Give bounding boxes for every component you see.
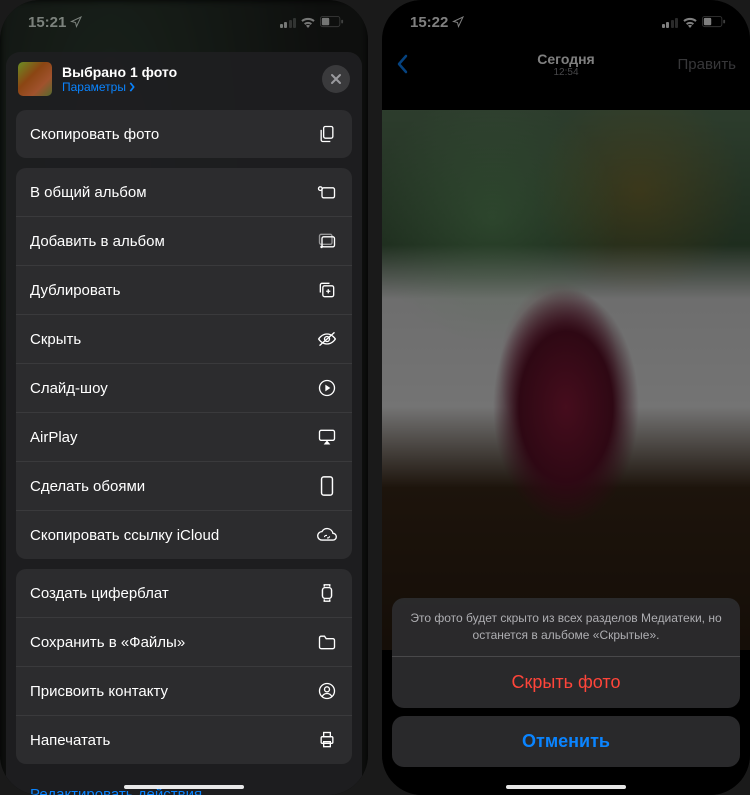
airplay-icon [316, 426, 338, 448]
action-group: В общий альбом Добавить в альбом Дублиро… [16, 168, 352, 559]
action-group: Создать циферблат Сохранить в «Файлы» Пр… [16, 569, 352, 764]
action-save-to-files[interactable]: Сохранить в «Файлы» [16, 617, 352, 666]
action-label: В общий альбом [30, 184, 147, 201]
action-add-to-album[interactable]: Добавить в альбом [16, 216, 352, 265]
action-label: Добавить в альбом [30, 233, 165, 250]
phone-icon [316, 475, 338, 497]
chevron-right-icon [128, 82, 136, 92]
action-wallpaper[interactable]: Сделать обоями [16, 461, 352, 510]
close-button[interactable] [322, 65, 350, 93]
duplicate-icon [316, 279, 338, 301]
action-label: Создать циферблат [30, 585, 169, 602]
phone-right-hide-confirm: 15:22 Сегодня 12:54 Править Это фото буд… [382, 0, 750, 795]
action-label: Сделать обоями [30, 478, 145, 495]
action-label: Скопировать ссылку iCloud [30, 527, 219, 544]
home-indicator[interactable] [124, 785, 244, 789]
play-icon [316, 377, 338, 399]
cloud-link-icon [316, 524, 338, 546]
action-label: AirPlay [30, 429, 78, 446]
action-label: Слайд-шоу [30, 380, 108, 397]
share-sheet-title: Выбрано 1 фото [62, 64, 312, 80]
print-icon [316, 729, 338, 751]
action-print[interactable]: Напечатать [16, 715, 352, 764]
share-sheet-header: Выбрано 1 фото Параметры [6, 52, 362, 110]
shared-album-icon [316, 181, 338, 203]
copy-icon [316, 123, 338, 145]
contact-icon [316, 680, 338, 702]
cancel-card: Отменить [392, 716, 740, 767]
action-copy-icloud-link[interactable]: Скопировать ссылку iCloud [16, 510, 352, 559]
action-duplicate[interactable]: Дублировать [16, 265, 352, 314]
hide-icon [316, 328, 338, 350]
close-icon [330, 73, 342, 85]
action-assign-contact[interactable]: Присвоить контакту [16, 666, 352, 715]
folder-icon [316, 631, 338, 653]
cancel-button[interactable]: Отменить [392, 716, 740, 767]
action-label: Дублировать [30, 282, 120, 299]
phone-left-share-sheet: 15:21 Выбрано 1 фото Параметры [0, 0, 368, 795]
action-hide[interactable]: Скрыть [16, 314, 352, 363]
action-label: Сохранить в «Файлы» [30, 634, 185, 651]
confirm-card: Это фото будет скрыто из всех разделов М… [392, 598, 740, 708]
confirm-action-sheet: Это фото будет скрыто из всех разделов М… [392, 598, 740, 767]
action-copy-photo[interactable]: Скопировать фото [16, 110, 352, 158]
photo-thumbnail[interactable] [18, 62, 52, 96]
action-label: Скопировать фото [30, 126, 159, 143]
action-shared-album[interactable]: В общий альбом [16, 168, 352, 216]
watch-icon [316, 582, 338, 604]
action-slideshow[interactable]: Слайд-шоу [16, 363, 352, 412]
hide-photo-button[interactable]: Скрыть фото [392, 657, 740, 708]
confirm-message: Это фото будет скрыто из всех разделов М… [392, 598, 740, 657]
action-group: Скопировать фото [16, 110, 352, 158]
share-sheet-options-link[interactable]: Параметры [62, 80, 312, 94]
action-label: Скрыть [30, 331, 81, 348]
action-airplay[interactable]: AirPlay [16, 412, 352, 461]
action-label: Напечатать [30, 732, 110, 749]
add-album-icon [316, 230, 338, 252]
home-indicator[interactable] [506, 785, 626, 789]
share-sheet: Выбрано 1 фото Параметры Скопировать фот… [6, 52, 362, 795]
action-create-watchface[interactable]: Создать циферблат [16, 569, 352, 617]
actions-list[interactable]: Скопировать фото В общий альбом Добавить… [6, 110, 362, 795]
action-label: Присвоить контакту [30, 683, 168, 700]
